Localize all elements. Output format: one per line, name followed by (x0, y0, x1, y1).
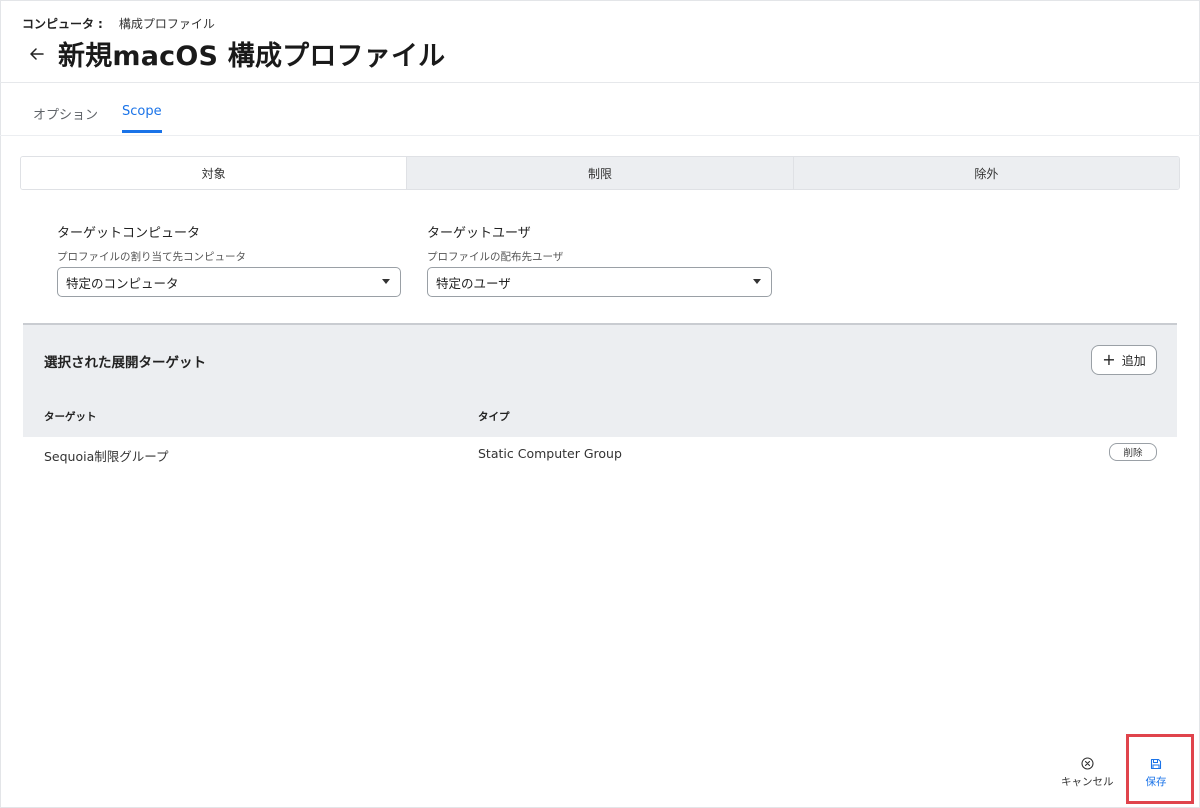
target-user-group: ターゲットユーザ プロファイルの配布先ユーザ 特定のユーザ (427, 222, 772, 297)
target-computer-group: ターゲットコンピュータ プロファイルの割り当て先コンピュータ 特定のコンピュータ (57, 222, 401, 297)
target-user-sublabel: プロファイルの配布先ユーザ (427, 251, 564, 263)
scope-segmented-control: 対象 制限 除外 (20, 156, 1180, 190)
page-header: コンピュータ : 構成プロファイル 新規macOS 構成プロファイル (0, 0, 1200, 83)
row-target-type: Static Computer Group (478, 446, 622, 461)
tab-scope[interactable]: Scope (122, 104, 162, 133)
save-disk-icon (1150, 756, 1162, 771)
breadcrumb-separator: : (98, 16, 103, 31)
breadcrumb: コンピュータ : 構成プロファイル (22, 15, 215, 32)
column-header-target: ターゲット (44, 411, 97, 423)
breadcrumb-root[interactable]: コンピュータ (22, 15, 94, 32)
target-computer-select[interactable]: 特定のコンピュータ (57, 267, 401, 297)
title-row: 新規macOS 構成プロファイル (28, 34, 445, 73)
cancel-button[interactable]: キャンセル (1061, 756, 1114, 789)
caret-down-icon (382, 279, 390, 284)
cancel-circle-icon (1081, 756, 1094, 771)
add-button-label: 追加 (1121, 353, 1146, 368)
back-arrow-icon[interactable] (28, 45, 46, 63)
caret-down-icon (753, 279, 761, 284)
save-button[interactable]: 保存 (1142, 756, 1170, 789)
deployment-targets-panel: 選択された展開ターゲット + 追加 ターゲット タイプ (23, 323, 1177, 437)
save-label: 保存 (1145, 776, 1167, 788)
add-button[interactable]: + 追加 (1091, 345, 1157, 375)
target-user-select[interactable]: 特定のユーザ (427, 267, 772, 297)
delete-button[interactable]: 削除 (1109, 443, 1157, 461)
cancel-label: キャンセル (1061, 776, 1114, 788)
column-header-type: タイプ (478, 411, 510, 423)
tab-bar: オプション Scope (0, 82, 1200, 136)
target-computer-sublabel: プロファイルの割り当て先コンピュータ (57, 251, 246, 263)
plus-icon: + (1102, 349, 1116, 369)
target-computer-label: ターゲットコンピュータ (57, 226, 201, 241)
panel-title: 選択された展開ターゲット (44, 355, 206, 371)
segment-limitations[interactable]: 制限 (406, 157, 793, 189)
target-computer-value: 特定のコンピュータ (66, 275, 179, 291)
target-user-value: 特定のユーザ (436, 275, 511, 291)
tab-options[interactable]: オプション (33, 104, 98, 137)
row-target-name: Sequoia制限グループ (44, 449, 169, 464)
segment-targets[interactable]: 対象 (21, 157, 407, 189)
breadcrumb-leaf[interactable]: 構成プロファイル (119, 15, 215, 32)
page-title: 新規macOS 構成プロファイル (58, 41, 446, 72)
segment-exclusions[interactable]: 除外 (792, 157, 1179, 189)
target-user-label: ターゲットユーザ (427, 226, 531, 241)
table-row: Sequoia制限グループ Static Computer Group 削除 (23, 436, 1177, 470)
